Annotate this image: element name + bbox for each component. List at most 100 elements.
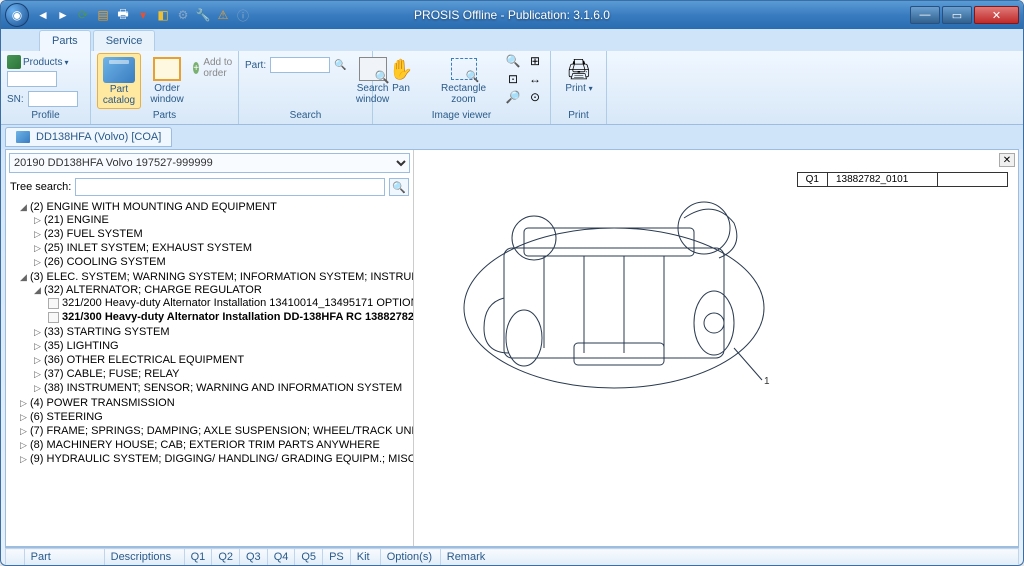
add-to-order-button[interactable]: + Add to order: [193, 57, 232, 79]
qat-settings-icon[interactable]: ⚙: [175, 7, 191, 23]
tree-node[interactable]: (7) FRAME; SPRINGS; DAMPING; AXLE SUSPEN…: [30, 425, 413, 437]
tree-node[interactable]: (25) INLET SYSTEM; EXHAUST SYSTEM: [44, 242, 252, 254]
tree-search-button[interactable]: 🔍: [389, 178, 409, 196]
zoom-fit-button[interactable]: ⊡: [504, 71, 522, 87]
viewer-close-button[interactable]: ✕: [999, 153, 1015, 167]
tree-toggle[interactable]: ▷: [34, 243, 44, 254]
zoom-reset-button[interactable]: ⊙: [526, 89, 544, 105]
part-search-input[interactable]: [270, 57, 330, 73]
image-viewer-pane: ✕ Q1 13882782_0101: [414, 150, 1018, 546]
minimize-button[interactable]: —: [910, 6, 940, 24]
tree-toggle[interactable]: ◢: [20, 272, 30, 283]
tree-leaf-selected[interactable]: 321/300 Heavy-duty Alternator Installati…: [62, 311, 413, 323]
print-label: Print: [565, 83, 586, 94]
order-window-button[interactable]: Order window: [145, 53, 189, 107]
qat-forward-icon[interactable]: ►: [55, 7, 71, 23]
col-remark[interactable]: Remark: [440, 549, 1018, 566]
col-kit[interactable]: Kit: [350, 549, 380, 566]
tree-toggle[interactable]: ▷: [20, 426, 30, 437]
col-q4[interactable]: Q4: [267, 549, 295, 566]
tree-node[interactable]: (38) INSTRUMENT; SENSOR; WARNING AND INF…: [44, 382, 402, 394]
tree-toggle[interactable]: ▷: [34, 229, 44, 240]
tree-toggle[interactable]: ◢: [20, 202, 30, 213]
col-part[interactable]: Part: [24, 549, 104, 566]
tree-toggle[interactable]: ▷: [20, 454, 30, 465]
col-rownum[interactable]: [6, 549, 25, 566]
products-dropdown[interactable]: Products ▾: [7, 55, 68, 69]
tree-node[interactable]: (21) ENGINE: [44, 214, 109, 226]
tree-search-input[interactable]: [75, 178, 385, 196]
zoom-out-button[interactable]: 🔎: [504, 89, 522, 105]
col-q5[interactable]: Q5: [295, 549, 323, 566]
qat-copy-icon[interactable]: ▤: [95, 7, 111, 23]
col-q1[interactable]: Q1: [184, 549, 212, 566]
qat-back-icon[interactable]: ◄: [35, 7, 51, 23]
tree-toggle[interactable]: ▷: [34, 215, 44, 226]
model-selector[interactable]: 20190 DD138HFA Volvo 197527-999999: [9, 153, 410, 173]
tree-leaf[interactable]: 321/200 Heavy-duty Alternator Installati…: [62, 297, 413, 309]
printer-icon: [563, 55, 595, 83]
tree-node[interactable]: (33) STARTING SYSTEM: [44, 326, 170, 338]
tree-toggle[interactable]: ▷: [34, 327, 44, 338]
qat-print-icon[interactable]: 🖶: [115, 7, 131, 23]
tree-toggle[interactable]: ▷: [34, 369, 44, 380]
tab-service[interactable]: Service: [93, 30, 156, 51]
zoom-in-button[interactable]: 🔍: [504, 53, 522, 69]
tree-node[interactable]: (3) ELEC. SYSTEM; WARNING SYSTEM; INFORM…: [30, 271, 413, 283]
tree-node[interactable]: (35) LIGHTING: [44, 340, 119, 352]
print-button[interactable]: Print ▾: [557, 53, 601, 96]
parts-tree[interactable]: ◢(2) ENGINE WITH MOUNTING AND EQUIPMENT …: [6, 198, 413, 546]
ribbon: Products ▾ SN: Profile Part catalog Orde…: [1, 51, 1023, 125]
qat-refresh-icon[interactable]: ⟳: [75, 7, 91, 23]
tree-node[interactable]: (6) STEERING: [30, 411, 103, 423]
tab-parts[interactable]: Parts: [39, 30, 91, 51]
qat-wrench-icon[interactable]: 🔧: [195, 7, 211, 23]
rectangle-zoom-button[interactable]: Rectangle zoom: [427, 53, 500, 107]
tree-toggle[interactable]: ▷: [20, 398, 30, 409]
ribbon-group-parts: Part catalog Order window + Add to order…: [91, 51, 239, 124]
tree-node[interactable]: (26) COOLING SYSTEM: [44, 256, 166, 268]
zoom-actual-button[interactable]: ⊞: [526, 53, 544, 69]
col-q2[interactable]: Q2: [212, 549, 240, 566]
maximize-button[interactable]: ▭: [942, 6, 972, 24]
tree-toggle[interactable]: ▷: [34, 383, 44, 394]
hand-icon: [385, 55, 417, 83]
sn-input[interactable]: [28, 91, 78, 107]
qat-warning-icon[interactable]: ⚠: [215, 7, 231, 23]
tree-node[interactable]: (36) OTHER ELECTRICAL EQUIPMENT: [44, 354, 244, 366]
tree-node[interactable]: (2) ENGINE WITH MOUNTING AND EQUIPMENT: [30, 201, 277, 213]
tree-toggle[interactable]: ▷: [34, 257, 44, 268]
tree-node[interactable]: (32) ALTERNATOR; CHARGE REGULATOR: [44, 284, 262, 296]
order-window-label: Order window: [150, 83, 183, 105]
zoom-width-button[interactable]: ↔: [526, 71, 544, 87]
chevron-down-icon: ▾: [64, 58, 68, 67]
tree-node[interactable]: (23) FUEL SYSTEM: [44, 228, 143, 240]
part-diagram[interactable]: 1: [434, 168, 794, 408]
col-q3[interactable]: Q3: [240, 549, 268, 566]
tree-toggle[interactable]: ◢: [34, 285, 44, 296]
tree-node[interactable]: (4) POWER TRANSMISSION: [30, 397, 175, 409]
tree-node[interactable]: (37) CABLE; FUSE; RELAY: [44, 368, 180, 380]
tree-toggle[interactable]: ▷: [34, 355, 44, 366]
part-catalog-button[interactable]: Part catalog: [97, 53, 141, 109]
svg-text:1: 1: [764, 376, 770, 387]
tree-toggle[interactable]: ▷: [20, 440, 30, 451]
tree-toggle[interactable]: ▷: [20, 412, 30, 423]
binoculars-icon[interactable]: 🔍: [334, 60, 346, 71]
col-opt[interactable]: Option(s): [380, 549, 440, 566]
qat-box-icon[interactable]: ◧: [155, 7, 171, 23]
qat-info-icon[interactable]: ⓘ: [235, 7, 251, 23]
close-button[interactable]: ✕: [974, 6, 1019, 24]
tree-toggle[interactable]: ▷: [34, 341, 44, 352]
products-label: Products: [23, 57, 62, 68]
ribbon-group-profile: Products ▾ SN: Profile: [1, 51, 91, 124]
col-ps[interactable]: PS: [323, 549, 351, 566]
tree-node[interactable]: (8) MACHINERY HOUSE; CAB; EXTERIOR TRIM …: [30, 439, 380, 451]
col-desc[interactable]: Descriptions: [104, 549, 184, 566]
app-menu-button[interactable]: ◉: [5, 3, 29, 27]
parts-grid[interactable]: Part Descriptions Q1 Q2 Q3 Q4 Q5 PS Kit …: [5, 548, 1019, 566]
tree-node[interactable]: (9) HYDRAULIC SYSTEM; DIGGING/ HANDLING/…: [30, 453, 413, 465]
document-tab[interactable]: DD138HFA (Volvo) [COA]: [5, 127, 172, 147]
qat-save-icon[interactable]: ▾: [135, 7, 151, 23]
profile-input-1[interactable]: [7, 71, 57, 87]
